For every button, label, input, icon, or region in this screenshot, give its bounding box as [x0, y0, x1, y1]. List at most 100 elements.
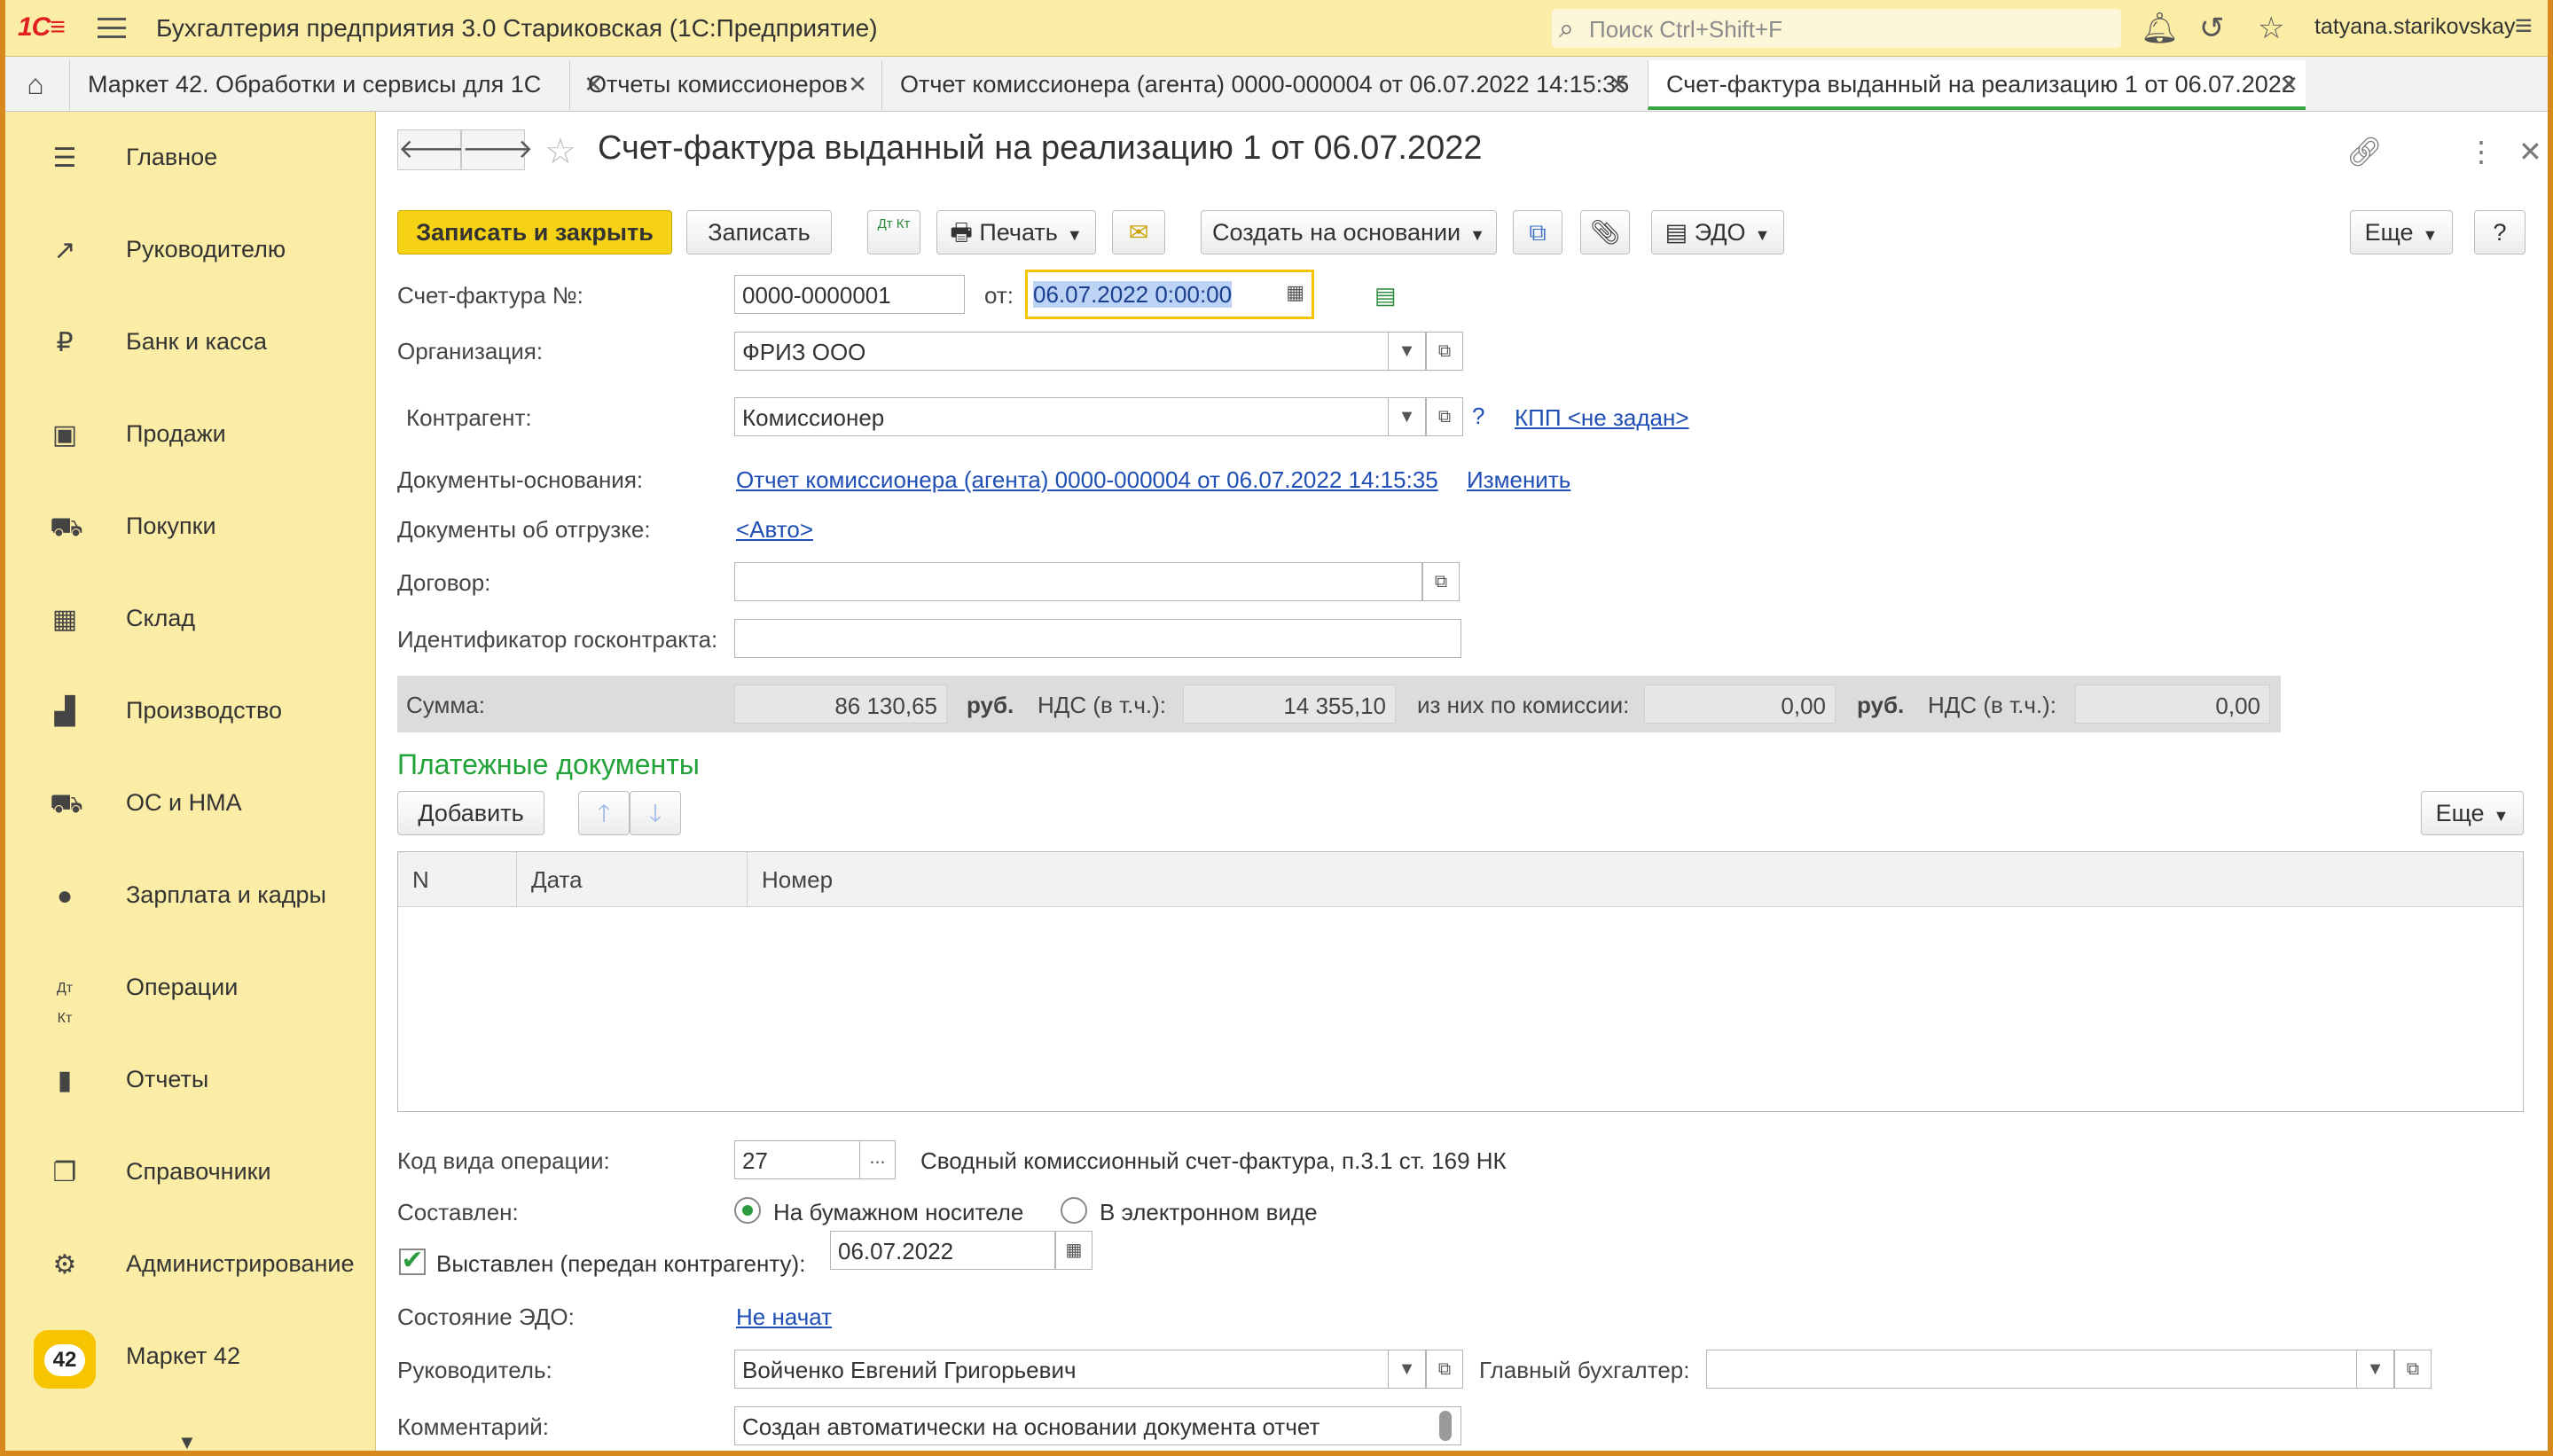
comment-field[interactable]: Создан автоматически на основании докуме…: [734, 1406, 1461, 1445]
date-field[interactable]: 06.07.2022 0:00:00 ▦: [1025, 270, 1314, 319]
close-icon[interactable]: ✕: [2518, 135, 2542, 168]
sum-label: Сумма:: [406, 692, 485, 718]
structure-button[interactable]: ⧉: [1513, 210, 1562, 254]
more-button[interactable]: Еще ▼: [2350, 210, 2453, 254]
move-down-button[interactable]: 🡓: [630, 791, 681, 835]
organization-field[interactable]: ФРИЗ ООО: [734, 332, 1389, 371]
edo-button[interactable]: ▤ ЭДО ▼: [1651, 210, 1784, 254]
sidebar-item-label: ОС и НМА: [126, 789, 242, 816]
kpp-link[interactable]: КПП <не задан>: [1515, 404, 1689, 432]
sidebar-item-manager[interactable]: ↗ Руководителю: [5, 204, 376, 293]
dt-kt-button[interactable]: Дт Кт: [867, 210, 920, 254]
more-vertical-icon[interactable]: ⋮: [2467, 135, 2495, 168]
radio-electronic[interactable]: [1061, 1197, 1087, 1224]
sidebar-item-market42[interactable]: 42 Маркет 42: [5, 1311, 376, 1399]
sidebar-item-salary[interactable]: ● Зарплата и кадры: [5, 849, 376, 938]
dropdown-icon[interactable]: ▼: [1389, 397, 1426, 436]
issued-checkbox[interactable]: ✔: [399, 1248, 426, 1275]
sidebar-item-sales[interactable]: ▣ Продажи: [5, 388, 376, 477]
close-icon[interactable]: ✕: [2279, 71, 2298, 98]
market42-icon: 42: [34, 1330, 96, 1389]
column-n[interactable]: N: [398, 852, 517, 907]
main-menu-icon[interactable]: [98, 18, 126, 39]
column-date[interactable]: Дата: [517, 852, 748, 907]
dropdown-icon[interactable]: ▼: [2357, 1350, 2394, 1389]
open-icon[interactable]: ⧉: [1426, 1350, 1463, 1389]
caret-down-icon: ▼: [1066, 226, 1083, 244]
user-name[interactable]: tatyana.starikovskay: [2314, 14, 2516, 40]
add-button[interactable]: Добавить: [397, 791, 544, 835]
create-based-on-button[interactable]: Создать на основании ▼: [1201, 210, 1497, 254]
calendar-icon[interactable]: ▦: [1055, 1231, 1092, 1270]
save-button[interactable]: Записать: [686, 210, 832, 254]
comment-scrollbar[interactable]: [1439, 1411, 1452, 1441]
history-icon[interactable]: ↺: [2199, 11, 2225, 46]
sidebar-item-reports[interactable]: ▮ Отчеты: [5, 1034, 376, 1123]
contractor-field[interactable]: Комиссионер: [734, 397, 1389, 436]
favorite-star-icon[interactable]: ☆: [544, 131, 576, 172]
open-icon[interactable]: ⧉: [1426, 332, 1463, 371]
history-list-icon[interactable]: ▤: [1374, 282, 1397, 309]
change-link[interactable]: Изменить: [1467, 466, 1570, 494]
close-icon[interactable]: ✕: [848, 71, 867, 98]
shipment-auto-link[interactable]: <Авто>: [736, 516, 813, 544]
tab-market42[interactable]: Маркет 42. Обработки и сервисы для 1С ✕: [69, 60, 610, 110]
caret-down-icon: ▼: [2422, 226, 2439, 244]
commission-label: из них по комиссии:: [1417, 692, 1630, 718]
help-button[interactable]: ?: [2474, 210, 2526, 254]
chevron-down-icon[interactable]: ▼: [177, 1431, 197, 1451]
tab-commission-reports[interactable]: Отчеты комиссионеров ✕: [569, 60, 874, 110]
sidebar-item-purchases[interactable]: ⛟ Покупки: [5, 481, 376, 569]
invoice-no-field[interactable]: 0000-0000001: [734, 275, 965, 314]
save-close-button[interactable]: Записать и закрыть: [397, 210, 672, 254]
sidebar-item-fixed-assets[interactable]: ⛟ ОС и НМА: [5, 757, 376, 846]
edo-state-link[interactable]: Не начат: [736, 1303, 832, 1331]
link-icon[interactable]: 🔗︎: [2346, 135, 2383, 168]
tab-invoice-issued[interactable]: Счет-фактура выданный на реализацию 1 от…: [1648, 60, 2306, 110]
open-icon[interactable]: ⧉: [1422, 562, 1460, 601]
move-up-button[interactable]: 🡑: [578, 791, 630, 835]
chief-accountant-field[interactable]: [1706, 1350, 2357, 1389]
print-button[interactable]: 🖶 Печать ▼: [936, 210, 1096, 254]
radio-paper[interactable]: [734, 1197, 761, 1224]
favorites-star-icon[interactable]: ☆: [2258, 11, 2284, 46]
radio-electronic-label[interactable]: В электронном виде: [1100, 1199, 1318, 1226]
dropdown-icon[interactable]: ▼: [1389, 1350, 1426, 1389]
search-input[interactable]: ⌕ Поиск Ctrl+Shift+F: [1552, 9, 2121, 48]
gov-contract-id-field[interactable]: [734, 619, 1461, 658]
sidebar-item-production[interactable]: ▟ Производство: [5, 665, 376, 754]
edo-icon: ▤: [1664, 219, 1688, 246]
page-title: Счет-фактура выданный на реализацию 1 от…: [598, 129, 1483, 167]
dropdown-icon[interactable]: ▼: [1389, 332, 1426, 371]
bell-icon[interactable]: 🔔︎: [2141, 11, 2179, 46]
settings-menu-icon[interactable]: ≡: [2515, 9, 2533, 43]
op-code-select-button[interactable]: ...: [860, 1140, 896, 1179]
sidebar-item-directories[interactable]: ❐ Справочники: [5, 1126, 376, 1215]
op-code-field[interactable]: 27: [734, 1140, 860, 1179]
sidebar-item-warehouse[interactable]: ▦ Склад: [5, 573, 376, 661]
contract-field[interactable]: [734, 562, 1422, 601]
open-icon[interactable]: ⧉: [2394, 1350, 2432, 1389]
calendar-icon[interactable]: ▦: [1286, 281, 1304, 304]
open-icon[interactable]: ⧉: [1426, 397, 1463, 436]
attach-button[interactable]: 📎︎: [1580, 210, 1630, 254]
email-button[interactable]: ✉: [1112, 210, 1165, 254]
issued-date-field[interactable]: 06.07.2022: [830, 1231, 1055, 1270]
sidebar-item-main[interactable]: ☰ Главное: [5, 112, 376, 200]
basis-doc-link[interactable]: Отчет комиссионера (агента) 0000-000004 …: [736, 466, 1438, 494]
forward-button[interactable]: 🡒: [461, 129, 533, 170]
truck-icon: ⛟: [50, 789, 83, 818]
column-number[interactable]: Номер: [748, 852, 2523, 907]
tab-commission-report-doc[interactable]: Отчет комиссионера (агента) 0000-000004 …: [881, 60, 1635, 110]
sidebar-item-operations[interactable]: Дт Кт Операции: [5, 942, 376, 1030]
sidebar-item-bank[interactable]: ₽ Банк и касса: [5, 296, 376, 385]
back-button[interactable]: 🡐: [397, 129, 469, 170]
table-more-button[interactable]: Еще ▼: [2421, 791, 2524, 835]
head-field[interactable]: Войченко Евгений Григорьевич: [734, 1350, 1389, 1389]
sidebar-item-admin[interactable]: ⚙ Администрирование: [5, 1218, 376, 1307]
help-question-icon[interactable]: ?: [1472, 403, 1484, 430]
home-icon[interactable]: ⌂: [12, 64, 59, 105]
payments-table[interactable]: N Дата Номер: [397, 851, 2524, 1112]
close-icon[interactable]: ✕: [1609, 71, 1628, 98]
radio-paper-label[interactable]: На бумажном носителе: [773, 1199, 1023, 1226]
